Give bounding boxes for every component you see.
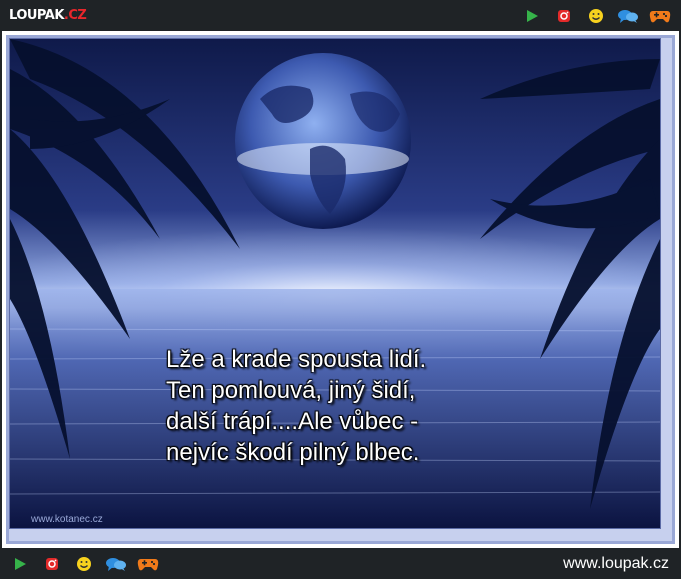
poem-line: Ten pomlouvá, jiný šidí, [166, 377, 416, 404]
smiley-icon[interactable] [73, 554, 95, 574]
bottom-icon-group [9, 554, 159, 574]
watermark: www.kotanec.cz [31, 514, 103, 525]
poem-line: nejvíc škodí pilný blbec. [166, 439, 420, 466]
logo-tld: CZ [68, 8, 87, 23]
logo-text: LOUPAK [9, 8, 64, 23]
poem-line: další trápí....Ale vůbec - [166, 408, 419, 435]
moonlit-sea-image: Lže a krade spousta lidí. Ten pomlouvá, … [9, 38, 661, 529]
chat-icon[interactable] [617, 6, 639, 26]
instagram-icon[interactable] [41, 554, 63, 574]
bottom-bar: www.loupak.cz [0, 548, 681, 579]
top-icon-group [521, 6, 671, 26]
top-bar: LOUPAK.CZ [0, 0, 681, 31]
loupak-logo[interactable]: LOUPAK.CZ [9, 8, 87, 23]
gamepad-icon[interactable] [649, 6, 671, 26]
smiley-icon[interactable] [585, 6, 607, 26]
poem-line: Lže a krade spousta lidí. [166, 346, 427, 373]
instagram-icon[interactable] [553, 6, 575, 26]
site-url-link[interactable]: www.loupak.cz [563, 555, 669, 573]
play-icon[interactable] [9, 554, 31, 574]
play-icon[interactable] [521, 6, 543, 26]
chat-icon[interactable] [105, 554, 127, 574]
poem-text: Lže a krade spousta lidí. Ten pomlouvá, … [166, 344, 426, 468]
gamepad-icon[interactable] [137, 554, 159, 574]
image-frame: Lže a krade spousta lidí. Ten pomlouvá, … [2, 31, 679, 548]
